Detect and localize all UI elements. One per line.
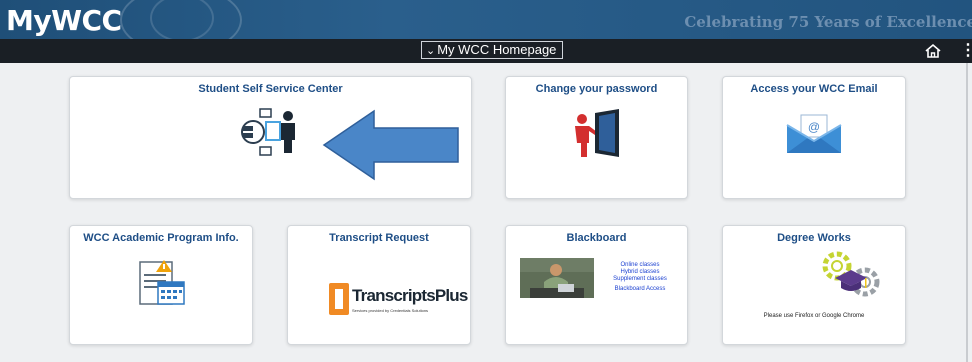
homepage-dropdown-label: My WCC Homepage bbox=[437, 42, 557, 57]
hybrid-classes-link[interactable]: Hybrid classes bbox=[600, 269, 680, 276]
header-tagline: Celebrating 75 Years of Excellence bbox=[684, 13, 972, 31]
scroll-edge bbox=[966, 63, 968, 362]
online-classes-link[interactable]: Online classes bbox=[600, 262, 680, 269]
chevron-down-icon: ⌄ bbox=[426, 45, 436, 57]
college-seal-inner bbox=[150, 0, 214, 39]
tile-title: WCC Academic Program Info. bbox=[83, 232, 239, 244]
degree-works-note: Please use Firefox or Google Chrome bbox=[763, 313, 865, 319]
tile-title: Transcript Request bbox=[329, 232, 429, 244]
home-icon[interactable] bbox=[924, 43, 942, 59]
app-logo[interactable]: MyWCC bbox=[6, 4, 122, 37]
tile-blackboard[interactable]: Blackboard Online classes Hybrid classes… bbox=[505, 225, 688, 345]
arrow-left-indicator bbox=[322, 109, 459, 181]
email-envelope-icon: @ bbox=[786, 114, 842, 153]
homepage-dropdown[interactable]: ⌄ My WCC Homepage bbox=[421, 41, 563, 59]
tile-student-self-service[interactable]: Student Self Service Center bbox=[69, 76, 472, 199]
tile-degree-works[interactable]: Degree Works Please use Firefox or Googl… bbox=[722, 225, 906, 345]
transcriptsplus-wordmark: TranscriptsPlus bbox=[352, 286, 468, 305]
svg-text:@: @ bbox=[808, 120, 820, 134]
tile-title: Change your password bbox=[535, 83, 658, 95]
blackboard-access-link[interactable]: Blackboard Access bbox=[600, 286, 680, 293]
password-door-icon bbox=[575, 109, 619, 157]
transcriptsplus-logo bbox=[329, 283, 349, 315]
self-service-icon bbox=[241, 108, 295, 156]
transcriptsplus-subtext: Services provided by Credentials Solutio… bbox=[352, 308, 429, 313]
tile-title: Blackboard bbox=[566, 232, 627, 244]
header-banner: MyWCC Celebrating 75 Years of Excellence bbox=[0, 0, 972, 39]
calendar-document-icon bbox=[139, 260, 185, 305]
tile-change-password[interactable]: Change your password bbox=[505, 76, 688, 199]
blackboard-photo bbox=[520, 258, 594, 298]
supplement-classes-link[interactable]: Supplement classes bbox=[600, 276, 680, 283]
tile-academic-program-info[interactable]: WCC Academic Program Info. bbox=[69, 225, 253, 345]
blackboard-links: Online classes Hybrid classes Supplement… bbox=[600, 262, 680, 293]
tile-title: Degree Works bbox=[777, 232, 851, 244]
tile-title: Student Self Service Center bbox=[198, 83, 343, 95]
tile-title: Access your WCC Email bbox=[750, 83, 878, 95]
graduation-gears-icon bbox=[822, 251, 880, 297]
tile-wcc-email[interactable]: Access your WCC Email @ bbox=[722, 76, 906, 199]
more-vertical-icon[interactable]: ⋮ bbox=[960, 43, 972, 59]
tile-transcript-request[interactable]: Transcript Request TranscriptsPlus Servi… bbox=[287, 225, 471, 345]
